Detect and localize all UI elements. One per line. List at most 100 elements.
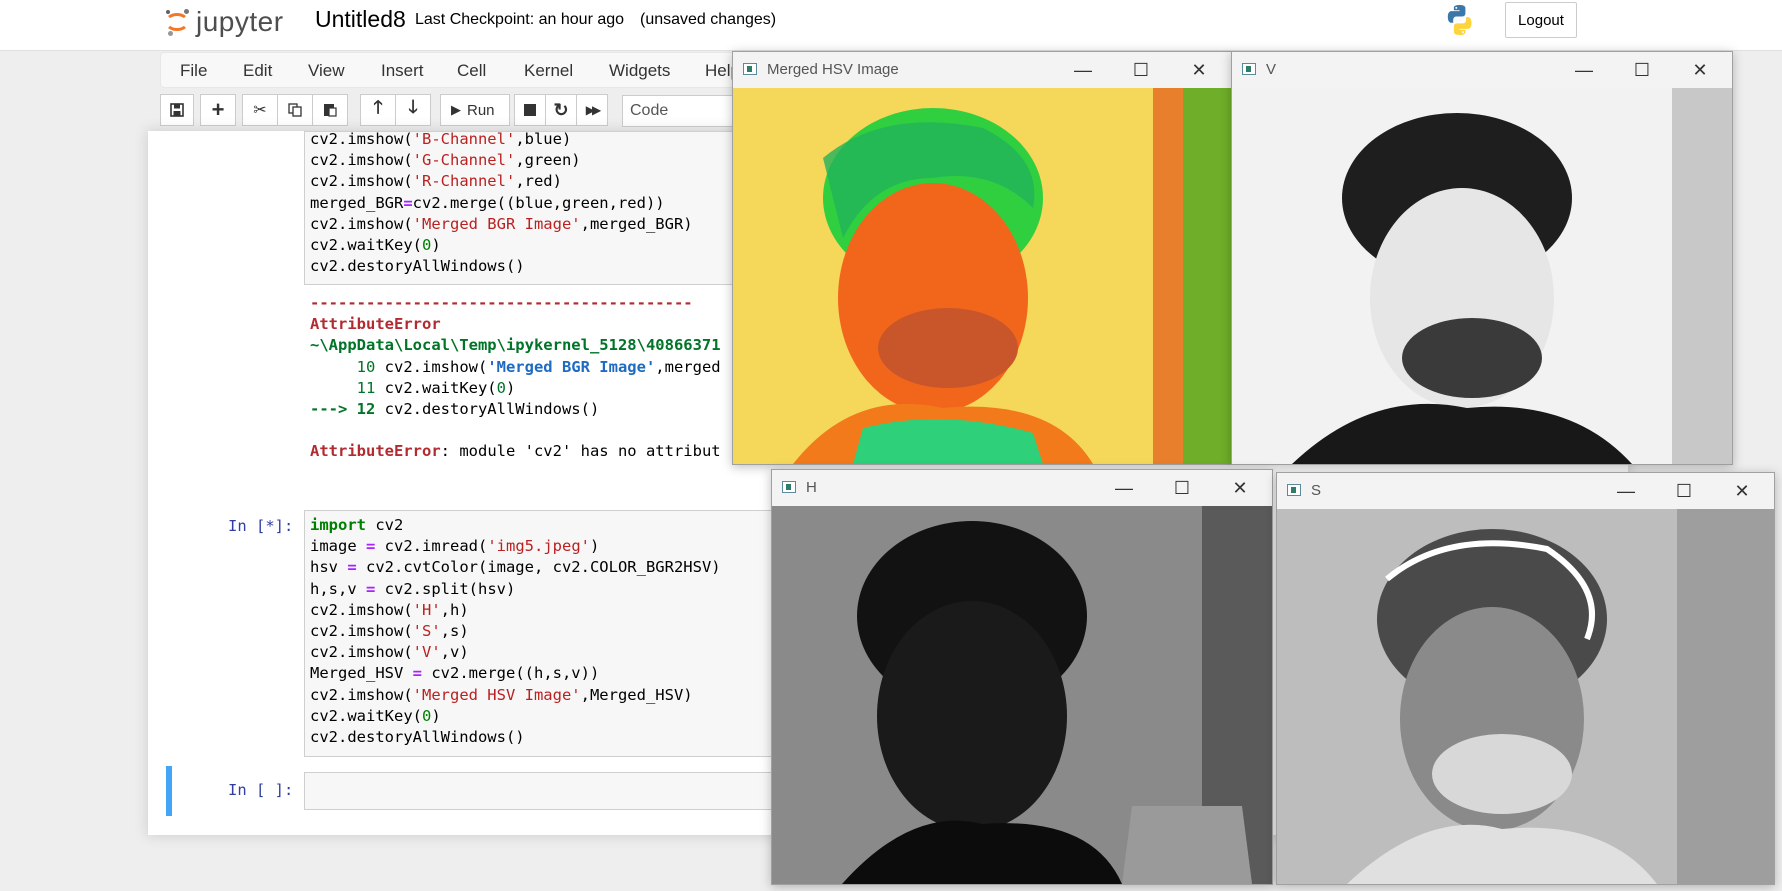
close-button[interactable]: ✕ — [1686, 59, 1714, 81]
run-label: Run — [467, 101, 495, 119]
code-cell-1[interactable]: cv2.imshow('B-Channel',blue) cv2.imshow('… — [304, 129, 774, 285]
window-s-channel[interactable]: S — ☐ ✕ — [1276, 472, 1775, 885]
code-line: cv2.imshow('Merged BGR Image',merged_BGR… — [310, 214, 693, 233]
code-line: merged_BGR=cv2.merge((blue,green,red)) — [310, 193, 665, 212]
window-v-channel[interactable]: V — ☐ ✕ — [1231, 51, 1733, 465]
arrow-up-icon: 🡑 — [373, 97, 383, 117]
code-line: hsv = cv2.cvtColor(image, cv2.COLOR_BGR2… — [310, 558, 721, 577]
cell-3-prompt: In [ ]: — [228, 781, 294, 799]
window-title: S — [1311, 482, 1322, 499]
cell-2-prompt: In [*]: — [228, 517, 294, 535]
maximize-button[interactable]: ☐ — [1628, 59, 1656, 81]
notebook-toolbar: + ✂ 🡑 🡓 ▶ Run ↻ ▶▶ Code — [160, 94, 782, 128]
save-status: (unsaved changes) — [640, 11, 777, 28]
interrupt-button[interactable] — [514, 94, 546, 126]
error-message-name: AttributeError — [310, 442, 441, 461]
jupyter-header: jupyter Untitled8 Last Checkpoint: an ho… — [0, 0, 1782, 51]
error-message: : module 'cv2' has no attribut — [440, 442, 721, 461]
paste-button[interactable] — [312, 94, 348, 126]
code-line: cv2.imshow('H',h) — [310, 600, 469, 619]
jupyter-logo-icon — [162, 7, 192, 37]
window-titlebar[interactable]: S — ☐ ✕ — [1277, 473, 1774, 509]
code-cell-3-empty[interactable] — [304, 772, 774, 810]
code-line: cv2.imshow('S',s) — [310, 622, 469, 641]
cut-button[interactable]: ✂ — [242, 94, 278, 126]
restart-button[interactable]: ↻ — [545, 94, 577, 126]
opencv-window-icon — [1287, 484, 1301, 496]
code-line: cv2.imshow('G-Channel',green) — [310, 151, 581, 170]
error-name: AttributeError — [310, 315, 441, 334]
restart-run-all-button[interactable]: ▶▶ — [576, 94, 608, 126]
window-titlebar[interactable]: H — ☐ ✕ — [772, 470, 1272, 506]
maximize-button[interactable]: ☐ — [1168, 477, 1196, 499]
notebook-title[interactable]: Untitled8 — [315, 6, 406, 33]
code-line: h,s,v = cv2.split(hsv) — [310, 579, 516, 598]
close-button[interactable]: ✕ — [1226, 477, 1254, 499]
code-line: cv2.imshow('Merged HSV Image',Merged_HSV… — [310, 685, 693, 704]
cell-2-code: import cv2 image = cv2.imread('img5.jpeg'… — [310, 515, 721, 748]
minimize-button[interactable]: — — [1110, 477, 1138, 499]
minimize-button[interactable]: — — [1612, 480, 1640, 502]
traceback-line-11: cv2.waitKey(0) — [375, 378, 516, 397]
traceback-line-12: cv2.destoryAllWindows() — [375, 400, 600, 419]
window-title: H — [806, 479, 817, 496]
minimize-button[interactable]: — — [1570, 59, 1598, 81]
restart-icon: ↻ — [553, 99, 569, 120]
window-titlebar[interactable]: V — ☐ ✕ — [1232, 52, 1732, 88]
code-line: Merged_HSV = cv2.merge((h,s,v)) — [310, 664, 600, 683]
fast-forward-icon: ▶▶ — [585, 103, 602, 117]
copy-icon — [288, 103, 302, 117]
minimize-button[interactable]: — — [1069, 59, 1097, 81]
menu-widgets[interactable]: Widgets — [609, 61, 670, 81]
stop-icon — [524, 104, 536, 116]
h-channel-image — [772, 506, 1272, 884]
save-icon — [170, 103, 184, 117]
run-button[interactable]: ▶ Run — [440, 94, 510, 126]
code-line: cv2.destoryAllWindows() — [310, 728, 525, 747]
save-button[interactable] — [160, 94, 194, 126]
copy-button[interactable] — [277, 94, 313, 126]
code-line: cv2.waitKey(0) — [310, 236, 441, 255]
traceback-line-10-num: 10 — [310, 357, 376, 376]
close-button[interactable]: ✕ — [1728, 480, 1756, 502]
cut-icon: ✂ — [253, 102, 267, 119]
window-titlebar[interactable]: Merged HSV Image — ☐ ✕ — [733, 52, 1231, 88]
code-line: cv2.waitKey(0) — [310, 706, 441, 725]
merged-hsv-image — [733, 88, 1231, 464]
code-line: cv2.destoryAllWindows() — [310, 257, 525, 276]
code-line: cv2.imshow('B-Channel',blue) — [310, 130, 572, 148]
maximize-button[interactable]: ☐ — [1127, 59, 1155, 81]
plus-icon: + — [211, 97, 225, 122]
code-line: image = cv2.imread('img5.jpeg') — [310, 537, 600, 556]
insert-cell-button[interactable]: + — [200, 94, 236, 126]
arrow-down-icon: 🡓 — [408, 97, 418, 117]
menu-file[interactable]: File — [180, 61, 207, 81]
opencv-window-icon — [782, 481, 796, 493]
move-up-button[interactable]: 🡑 — [360, 94, 396, 126]
window-h-channel[interactable]: H — ☐ ✕ — [771, 469, 1273, 885]
menu-kernel[interactable]: Kernel — [524, 61, 573, 81]
code-line: import cv2 — [310, 516, 404, 534]
code-line: cv2.imshow('R-Channel',red) — [310, 172, 562, 191]
maximize-button[interactable]: ☐ — [1670, 480, 1698, 502]
cell-1-code: cv2.imshow('B-Channel',blue) cv2.imshow('… — [310, 129, 693, 277]
logout-button[interactable]: Logout — [1505, 2, 1577, 38]
checkpoint-status: Last Checkpoint: an hour ago — [415, 11, 625, 28]
traceback-line-10: cv2.imshow('Merged BGR Image',merged — [375, 357, 721, 376]
code-line: cv2.imshow('V',v) — [310, 643, 469, 662]
window-merged-hsv[interactable]: Merged HSV Image — ☐ ✕ — [732, 51, 1232, 465]
s-channel-image — [1277, 509, 1774, 884]
traceback-path: ~\AppData\Local\Temp\ipykernel_5128\4086… — [310, 336, 721, 355]
move-down-button[interactable]: 🡓 — [395, 94, 431, 126]
close-button[interactable]: ✕ — [1185, 59, 1213, 81]
opencv-window-icon — [1242, 63, 1256, 75]
menu-cell[interactable]: Cell — [457, 61, 486, 81]
code-cell-2[interactable]: import cv2 image = cv2.imread('img5.jpeg'… — [304, 510, 774, 757]
traceback-arrow: ---> 12 — [310, 400, 376, 419]
menu-edit[interactable]: Edit — [243, 61, 272, 81]
menu-view[interactable]: View — [308, 61, 345, 81]
jupyter-logo[interactable]: jupyter — [162, 2, 284, 42]
python-icon — [1447, 5, 1472, 35]
window-title: Merged HSV Image — [767, 61, 899, 78]
menu-insert[interactable]: Insert — [381, 61, 424, 81]
